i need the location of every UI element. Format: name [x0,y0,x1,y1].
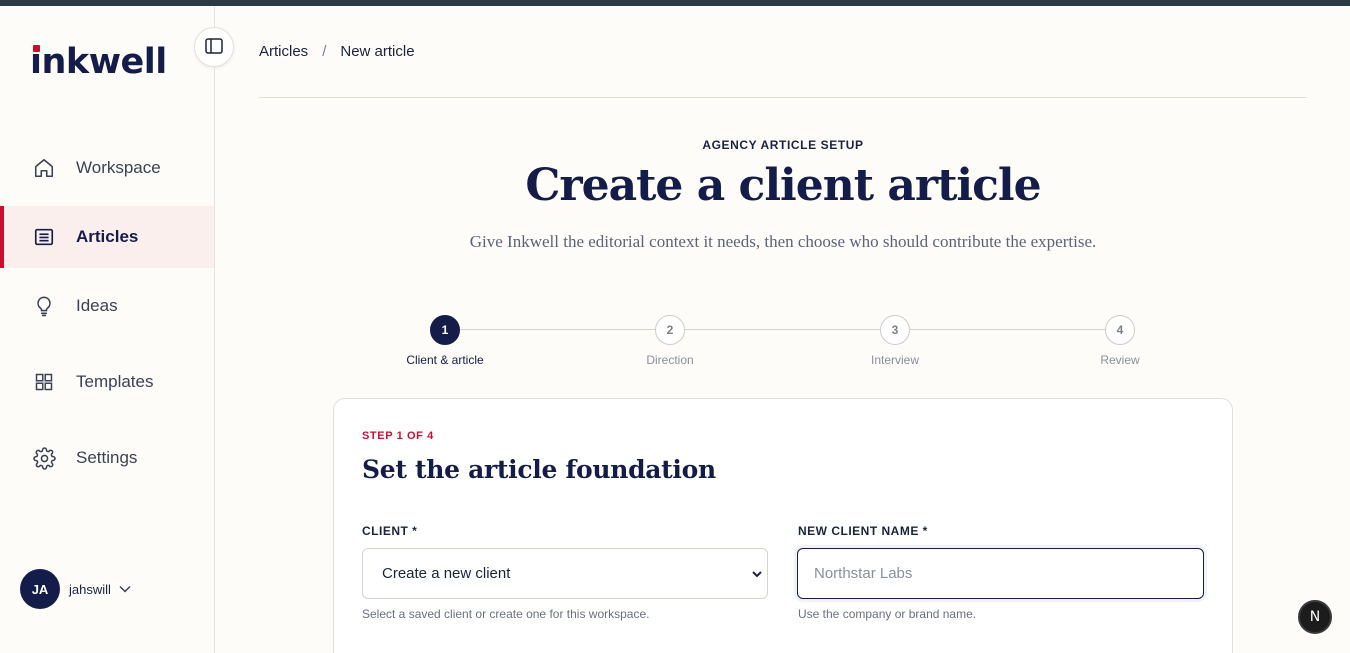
step-4-label: Review [1100,353,1140,367]
user-menu[interactable]: JA jahswill [20,569,131,609]
list-icon [32,225,56,249]
header-divider [259,97,1307,98]
sidebar-item-workspace[interactable]: Workspace [0,137,214,199]
form-title: Set the article foundation [362,455,716,484]
sidebar-item-label: Settings [76,448,138,467]
breadcrumb: Articles / New article [259,43,415,60]
step-tag: STEP 1 OF 4 [362,430,434,442]
user-name: jahswill [69,581,111,597]
inkwell-logo[interactable]: inkwell [30,42,167,82]
sidebar-item-label: Articles [76,227,139,246]
step-4-circle[interactable]: 4 [1105,315,1135,345]
client-label: CLIENT * [362,524,418,538]
chevron-down-icon [119,580,131,598]
sidebar-item-settings[interactable]: Settings [0,427,214,489]
sidebar: inkwell Workspace Articles Ideas Templat… [0,6,215,653]
new-client-name-placeholder: Northstar Labs [814,565,913,582]
sidebar-panel-icon [205,37,223,57]
step-2-circle[interactable]: 2 [655,315,685,345]
sidebar-item-label: Ideas [76,296,118,315]
step-connector [460,329,655,330]
step-1-label: Client & article [406,353,484,367]
avatar: JA [20,569,60,609]
sidebar-item-articles[interactable]: Articles [0,206,214,268]
home-icon [32,156,56,180]
logo-dot [33,45,40,52]
breadcrumb-articles-link[interactable]: Articles [259,43,308,60]
sidebar-toggle-button[interactable] [194,27,234,67]
next-dev-indicator-button[interactable]: N [1298,600,1332,634]
client-select-value: Create a new client [382,565,511,582]
client-select[interactable]: Create a new client [362,548,768,599]
breadcrumb-current: New article [340,43,415,60]
page-title: Create a client article [525,160,1041,211]
step-1-circle[interactable]: 1 [430,315,460,345]
breadcrumb-separator: / [322,43,327,60]
step-2-label: Direction [646,353,694,367]
new-client-name-hint: Use the company or brand name. [798,607,977,621]
client-hint: Select a saved client or create one for … [362,607,650,621]
new-client-name-input[interactable]: Northstar Labs [797,548,1204,599]
sidebar-item-templates[interactable]: Templates [0,351,214,413]
sidebar-item-ideas[interactable]: Ideas [0,275,214,337]
page-eyebrow: AGENCY ARTICLE SETUP [702,138,864,152]
new-client-name-label: NEW CLIENT NAME * [798,524,928,538]
step-3-label: Interview [870,353,920,367]
lightbulb-icon [32,294,56,318]
sidebar-item-label: Workspace [76,158,161,177]
chevron-down-icon [751,567,763,584]
step-connector [910,329,1105,330]
step-connector [685,329,880,330]
grid-icon [32,370,56,394]
sidebar-item-label: Templates [76,372,154,391]
step-3-circle[interactable]: 3 [880,315,910,345]
gear-icon [32,446,56,470]
page-subtitle: Give Inkwell the editorial context it ne… [469,232,1097,251]
